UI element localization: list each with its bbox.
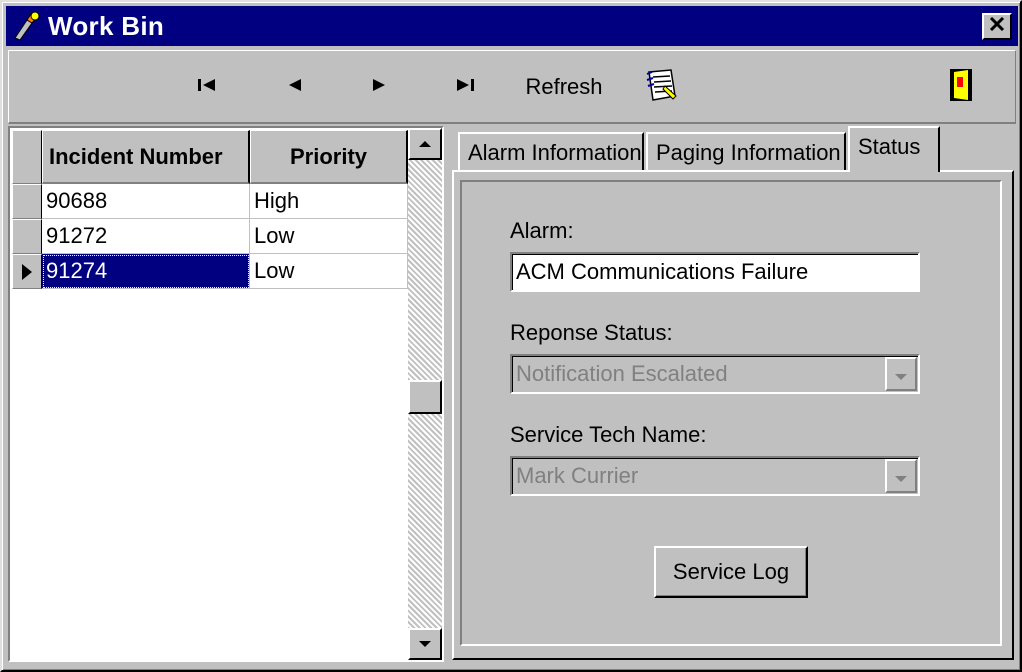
next-record-icon bbox=[371, 78, 387, 97]
chevron-down-icon bbox=[894, 356, 908, 392]
window-title: Work Bin bbox=[48, 11, 165, 41]
alarm-field[interactable]: ACM Communications Failure bbox=[510, 252, 920, 292]
current-row-arrow-icon bbox=[20, 263, 34, 286]
tab-status[interactable]: Status bbox=[848, 126, 940, 172]
table-row[interactable]: 91272 Low bbox=[12, 219, 408, 254]
incident-grid[interactable]: Incident Number Priority 90688 High 9127… bbox=[8, 126, 444, 662]
status-tab-panel: Alarm: ACM Communications Failure Repons… bbox=[452, 170, 1014, 660]
grid-vertical-scrollbar[interactable] bbox=[408, 128, 442, 660]
grid-header-row: Incident Number Priority bbox=[12, 130, 408, 184]
alarm-label: Alarm: bbox=[510, 218, 574, 243]
scroll-thumb[interactable] bbox=[408, 380, 442, 414]
first-record-button[interactable] bbox=[179, 61, 235, 113]
title-bar[interactable]: Work Bin bbox=[6, 6, 1018, 46]
last-record-icon bbox=[454, 78, 476, 97]
toolbar: Refresh bbox=[8, 50, 1016, 124]
service-tech-dropdown-button[interactable] bbox=[885, 459, 917, 493]
exit-door-icon bbox=[948, 67, 974, 108]
priority-cell[interactable]: Low bbox=[250, 219, 408, 254]
response-status-dropdown-button[interactable] bbox=[885, 357, 917, 391]
notes-button[interactable] bbox=[633, 61, 689, 113]
response-status-select[interactable]: Notification Escalated bbox=[510, 354, 920, 394]
next-record-button[interactable] bbox=[351, 61, 407, 113]
close-icon bbox=[989, 16, 1005, 36]
service-log-button[interactable]: Service Log bbox=[654, 546, 808, 598]
work-bin-window: Work Bin Refresh Incident Number Priorit… bbox=[0, 0, 1022, 672]
service-log-label: Service Log bbox=[672, 559, 790, 584]
previous-record-icon bbox=[287, 78, 303, 97]
service-tech-select[interactable]: Mark Currier bbox=[510, 456, 920, 496]
service-tech-value: Mark Currier bbox=[516, 463, 639, 488]
response-status-label: Reponse Status: bbox=[510, 320, 673, 345]
notepad-icon bbox=[643, 68, 679, 107]
priority-cell[interactable]: High bbox=[250, 184, 408, 219]
first-record-icon bbox=[196, 78, 218, 97]
scroll-up-button[interactable] bbox=[408, 128, 442, 160]
chevron-down-icon bbox=[894, 458, 908, 494]
row-selector[interactable] bbox=[12, 254, 42, 289]
tab-paging-information[interactable]: Paging Information bbox=[646, 132, 846, 172]
grid-body: Incident Number Priority 90688 High 9127… bbox=[12, 130, 408, 658]
column-header-incident-number[interactable]: Incident Number bbox=[42, 130, 250, 184]
incident-number-cell[interactable]: 91274 bbox=[42, 254, 250, 289]
table-row[interactable]: 90688 High bbox=[12, 184, 408, 219]
last-record-button[interactable] bbox=[437, 61, 493, 113]
row-selector[interactable] bbox=[12, 184, 42, 219]
incident-number-cell[interactable]: 90688 bbox=[42, 184, 250, 219]
scroll-down-button[interactable] bbox=[408, 628, 442, 660]
column-header-priority[interactable]: Priority bbox=[250, 130, 408, 184]
table-row[interactable]: 91274 Low bbox=[12, 254, 408, 289]
scroll-down-icon bbox=[418, 635, 432, 653]
previous-record-button[interactable] bbox=[267, 61, 323, 113]
scroll-up-icon bbox=[418, 135, 432, 153]
response-status-value: Notification Escalated bbox=[516, 361, 728, 386]
flashlight-icon bbox=[12, 11, 42, 41]
refresh-button[interactable]: Refresh bbox=[509, 61, 619, 113]
row-selector[interactable] bbox=[12, 219, 42, 254]
incident-number-cell[interactable]: 91272 bbox=[42, 219, 250, 254]
exit-button[interactable] bbox=[933, 61, 989, 113]
header-selector bbox=[12, 130, 42, 184]
tab-alarm-information[interactable]: Alarm Information bbox=[458, 132, 644, 172]
close-button[interactable] bbox=[982, 13, 1012, 40]
service-tech-label: Service Tech Name: bbox=[510, 422, 707, 447]
refresh-label: Refresh bbox=[525, 74, 603, 99]
priority-cell[interactable]: Low bbox=[250, 254, 408, 289]
